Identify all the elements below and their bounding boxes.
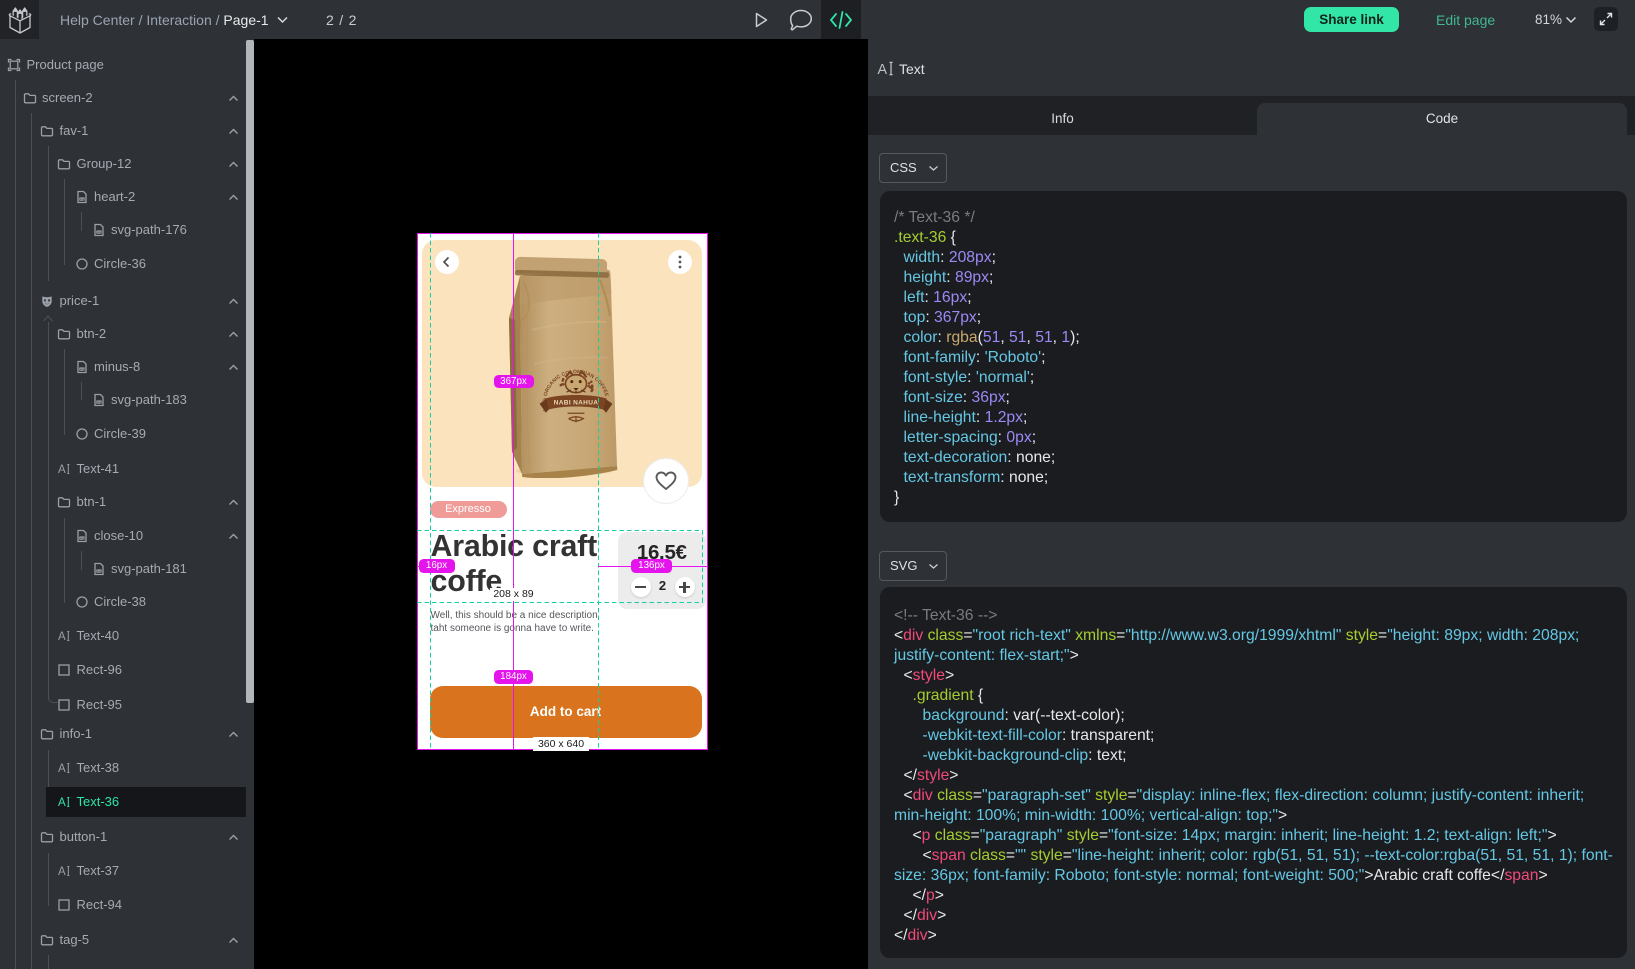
svg-text:svg: svg: [79, 367, 84, 371]
svg-text:NABI NAHUA: NABI NAHUA: [554, 399, 599, 406]
svg-text:A: A: [58, 763, 66, 775]
svg-text:A: A: [878, 62, 888, 77]
svg-text:svg: svg: [79, 536, 84, 540]
svg-text:A: A: [58, 631, 66, 643]
svg-text:A: A: [58, 464, 66, 476]
svg-text:A: A: [58, 866, 66, 878]
svg-text:A: A: [58, 797, 66, 809]
svg-text:svg: svg: [96, 569, 101, 573]
svg-text:svg: svg: [96, 400, 101, 404]
svg-text:svg: svg: [79, 197, 84, 201]
svg-text:svg: svg: [96, 230, 101, 234]
